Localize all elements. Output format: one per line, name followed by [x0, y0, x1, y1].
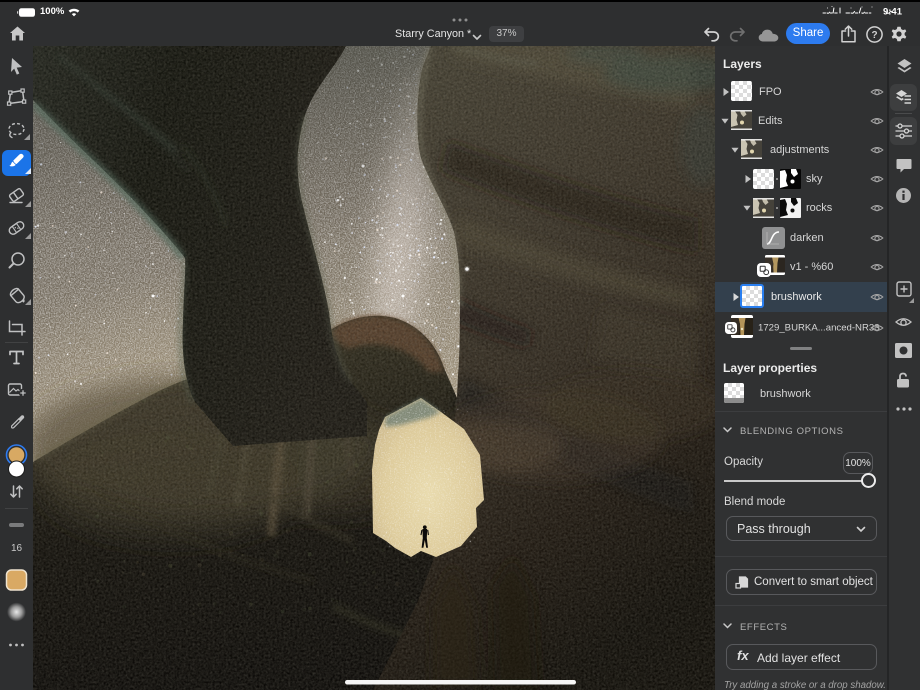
svg-text:16: 16 [11, 543, 23, 554]
svg-text:?: ? [871, 30, 877, 41]
